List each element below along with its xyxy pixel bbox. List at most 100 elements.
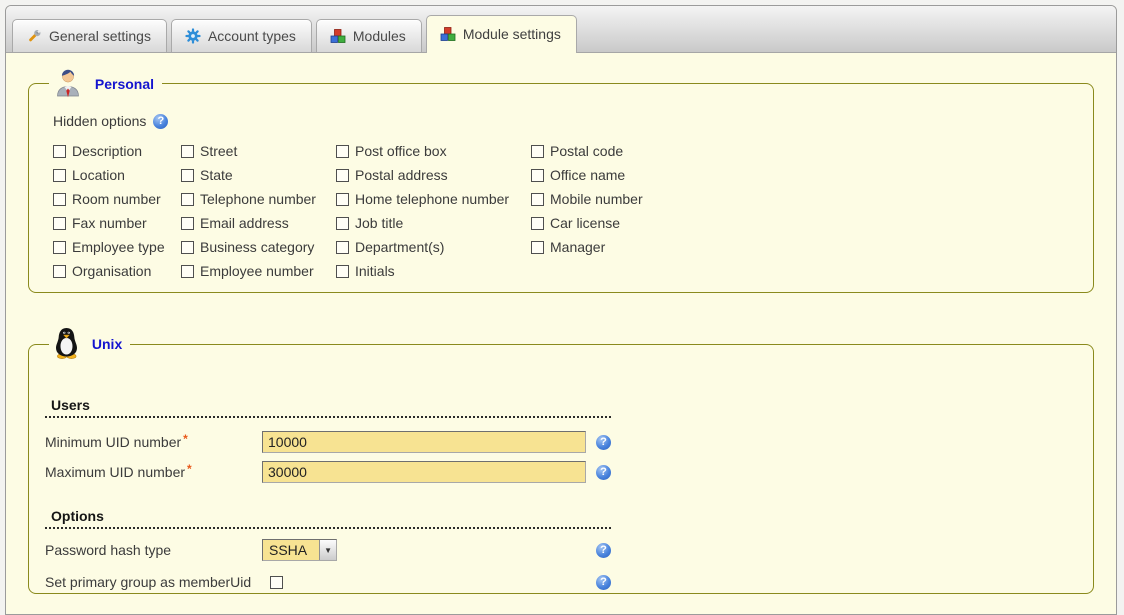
hidden-options-row: Hidden options ? <box>53 113 1079 129</box>
checkbox-label: Initials <box>355 263 395 279</box>
checkbox-label: Email address <box>200 215 289 231</box>
checkbox-postal-address[interactable]: Postal address <box>336 167 531 183</box>
field-label-text: Minimum UID number <box>45 434 181 450</box>
tux-penguin-icon <box>53 326 80 362</box>
password-hash-select[interactable]: SSHA ▼ <box>262 539 337 561</box>
selected-value: SSHA <box>263 540 319 560</box>
checkbox-label: Department(s) <box>355 239 444 255</box>
checkbox[interactable] <box>181 193 194 206</box>
tab-account-types[interactable]: Account types <box>171 19 312 52</box>
checkbox-location[interactable]: Location <box>53 167 181 183</box>
checkbox[interactable] <box>181 169 194 182</box>
help-icon[interactable]: ? <box>596 543 611 558</box>
max-uid-input[interactable] <box>262 461 586 483</box>
unix-section: Unix Users Minimum UID number* ? Maximum… <box>28 326 1094 594</box>
checkbox-telephone-number[interactable]: Telephone number <box>181 191 336 207</box>
module-settings-page: Personal Hidden options ? Description St… <box>6 53 1116 594</box>
checkbox-room-number[interactable]: Room number <box>53 191 181 207</box>
checkbox-postal-code[interactable]: Postal code <box>531 143 1079 159</box>
checkbox-label: Business category <box>200 239 314 255</box>
max-uid-row: Maximum UID number* ? <box>45 461 611 483</box>
checkbox[interactable] <box>53 241 66 254</box>
checkbox[interactable] <box>336 169 349 182</box>
checkbox-manager[interactable]: Manager <box>531 239 1079 255</box>
checkbox[interactable] <box>181 265 194 278</box>
checkbox-label: Postal code <box>550 143 623 159</box>
password-hash-row: Password hash type SSHA ▼ ? <box>45 539 611 561</box>
checkbox-business-category[interactable]: Business category <box>181 239 336 255</box>
checkbox-initials[interactable]: Initials <box>336 263 531 279</box>
checkbox[interactable] <box>53 145 66 158</box>
checkbox[interactable] <box>336 265 349 278</box>
hidden-options-label: Hidden options <box>53 113 146 129</box>
checkbox-label: Location <box>72 167 125 183</box>
checkbox[interactable] <box>181 241 194 254</box>
checkbox-label: Description <box>72 143 142 159</box>
checkbox[interactable] <box>336 193 349 206</box>
checkbox-post-office-box[interactable]: Post office box <box>336 143 531 159</box>
checkbox-organisation[interactable]: Organisation <box>53 263 181 279</box>
tab-module-settings[interactable]: Module settings <box>426 15 577 53</box>
checkbox-label: Room number <box>72 191 161 207</box>
checkbox-label: Employee number <box>200 263 314 279</box>
checkbox[interactable] <box>181 217 194 230</box>
checkbox-description[interactable]: Description <box>53 143 181 159</box>
checkbox[interactable] <box>531 169 544 182</box>
help-icon[interactable]: ? <box>596 435 611 450</box>
checkbox[interactable] <box>531 241 544 254</box>
tab-bar: General settings <box>6 6 1116 53</box>
checkbox-label: Employee type <box>72 239 165 255</box>
checkbox[interactable] <box>336 145 349 158</box>
chevron-down-icon: ▼ <box>319 540 336 560</box>
wrench-icon <box>26 28 42 44</box>
checkbox[interactable] <box>531 193 544 206</box>
options-subheading: Options <box>45 508 611 529</box>
min-uid-label: Minimum UID number* <box>45 434 262 450</box>
tab-label: Module settings <box>463 26 561 42</box>
checkbox-home-telephone-number[interactable]: Home telephone number <box>336 191 531 207</box>
checkbox-employee-type[interactable]: Employee type <box>53 239 181 255</box>
checkbox-label: Fax number <box>72 215 147 231</box>
member-uid-label: Set primary group as memberUid <box>45 574 262 590</box>
required-marker: * <box>183 432 188 446</box>
checkbox-label: Organisation <box>72 263 151 279</box>
checkbox[interactable] <box>336 217 349 230</box>
tab-general-settings[interactable]: General settings <box>12 19 167 52</box>
checkbox-street[interactable]: Street <box>181 143 336 159</box>
member-uid-checkbox[interactable] <box>270 576 283 589</box>
checkbox[interactable] <box>531 217 544 230</box>
checkbox[interactable] <box>53 169 66 182</box>
modules-icon <box>330 28 346 44</box>
help-icon[interactable]: ? <box>596 465 611 480</box>
personal-section-header: Personal <box>49 66 162 101</box>
checkbox[interactable] <box>531 145 544 158</box>
checkbox-label: State <box>200 167 233 183</box>
unix-section-header: Unix <box>49 326 130 362</box>
member-uid-row: Set primary group as memberUid ? <box>45 571 611 593</box>
checkbox-departments[interactable]: Department(s) <box>336 239 531 255</box>
unix-settings-form: Users Minimum UID number* ? Maximum UID … <box>45 397 611 593</box>
checkbox-employee-number[interactable]: Employee number <box>181 263 336 279</box>
help-icon[interactable]: ? <box>596 575 611 590</box>
checkbox[interactable] <box>181 145 194 158</box>
checkbox-state[interactable]: State <box>181 167 336 183</box>
checkbox[interactable] <box>336 241 349 254</box>
help-icon[interactable]: ? <box>153 114 168 129</box>
min-uid-input[interactable] <box>262 431 586 453</box>
checkbox-job-title[interactable]: Job title <box>336 215 531 231</box>
checkbox-car-license[interactable]: Car license <box>531 215 1079 231</box>
checkbox-mobile-number[interactable]: Mobile number <box>531 191 1079 207</box>
checkbox[interactable] <box>53 193 66 206</box>
hidden-options-grid: Description Street Post office box Posta… <box>53 143 1079 279</box>
checkbox[interactable] <box>53 217 66 230</box>
checkbox-label: Office name <box>550 167 625 183</box>
tab-modules[interactable]: Modules <box>316 19 422 52</box>
checkbox-label: Postal address <box>355 167 448 183</box>
checkbox-email-address[interactable]: Email address <box>181 215 336 231</box>
users-subheading: Users <box>45 397 611 418</box>
checkbox-office-name[interactable]: Office name <box>531 167 1079 183</box>
checkbox-label: Manager <box>550 239 605 255</box>
checkbox-fax-number[interactable]: Fax number <box>53 215 181 231</box>
checkbox-label: Home telephone number <box>355 191 509 207</box>
checkbox[interactable] <box>53 265 66 278</box>
